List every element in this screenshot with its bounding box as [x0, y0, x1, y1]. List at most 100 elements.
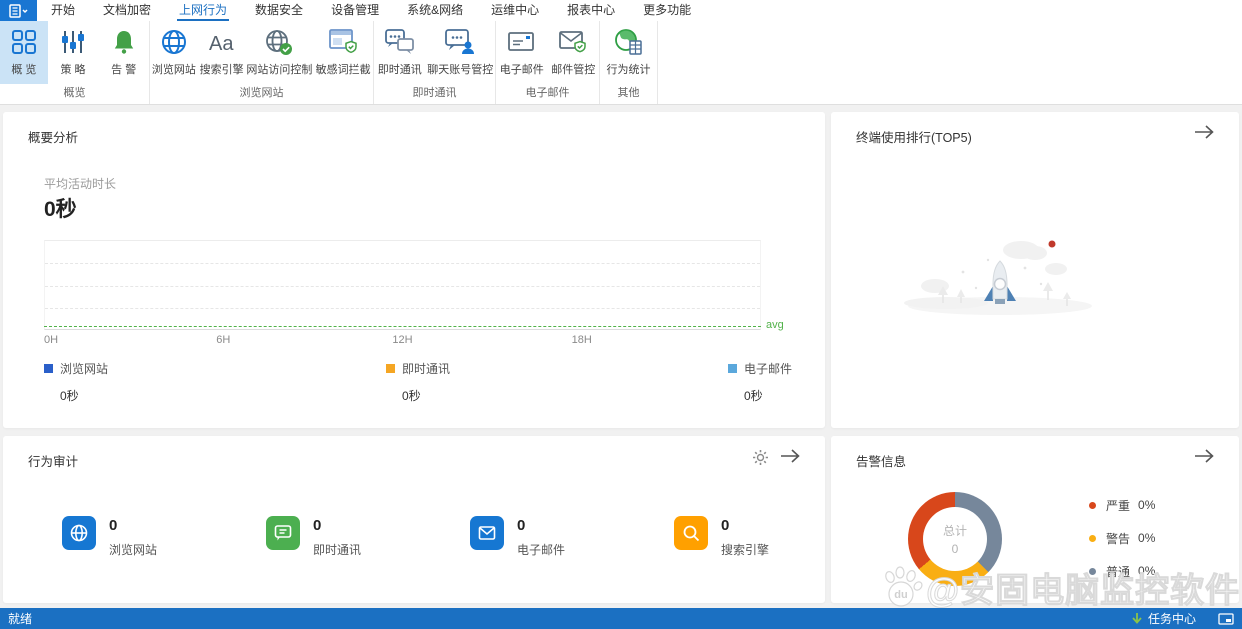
tab-report-center[interactable]: 报表中心	[553, 0, 629, 21]
ribbon-item-behavior-stats[interactable]: 行为统计	[600, 21, 657, 84]
globe-stats-icon	[614, 28, 644, 56]
avg-activity-value: 0秒	[44, 193, 77, 223]
legend-value: 0%	[1138, 531, 1155, 545]
legend-name: 电子邮件	[744, 360, 792, 377]
tab-device-management[interactable]: 设备管理	[317, 0, 393, 21]
legend-dot	[1089, 568, 1096, 575]
tab-start[interactable]: 开始	[37, 0, 89, 21]
ribbon-item-label: 邮件管控	[551, 61, 595, 77]
ribbon-item-label: 电子邮件	[500, 61, 544, 77]
tab-data-security[interactable]: 数据安全	[241, 0, 317, 21]
top5-panel: 终端使用排行(TOP5)	[831, 112, 1239, 428]
ribbon-item-chat-account-control[interactable]: 聊天账号管控	[426, 21, 495, 84]
summary-panel: 概要分析 平均活动时长 0秒 avg 0H 6H 12H 18H 浏览网站 0秒…	[3, 112, 825, 428]
aa-text-icon: Aa	[207, 29, 237, 55]
ribbon-group-browse: 浏览网站 Aa 搜索引擎 网站访问控制 敏感词拦截 浏览网站	[150, 21, 374, 104]
legend-swatch	[728, 364, 737, 373]
alerts-legend-normal: 普通 0%	[1089, 564, 1155, 578]
audit-card-im[interactable]: 0 即时通讯	[266, 516, 361, 558]
legend-name: 普通	[1106, 563, 1130, 580]
task-center-label: 任务中心	[1148, 610, 1196, 627]
legend-name: 警告	[1106, 530, 1130, 547]
summary-panel-title: 概要分析	[28, 127, 78, 146]
legend-item-im[interactable]: 即时通讯 0秒	[386, 360, 450, 404]
audit-card-value: 0	[109, 517, 157, 534]
ribbon-item-label: 搜索引擎	[200, 61, 244, 77]
tab-system-network[interactable]: 系统&网络	[393, 0, 477, 21]
ribbon-item-overview[interactable]: 概 览	[0, 21, 48, 84]
top5-more-arrow-icon[interactable]	[1193, 124, 1215, 143]
tab-ops-center[interactable]: 运维中心	[477, 0, 553, 21]
settings-gear-icon[interactable]	[752, 449, 769, 469]
legend-value: 0秒	[744, 387, 792, 404]
ribbon-item-label: 策 略	[60, 61, 85, 77]
legend-dot	[1089, 502, 1096, 509]
ribbon-item-email[interactable]: 电子邮件	[496, 21, 548, 84]
download-arrow-icon	[1131, 612, 1143, 625]
ribbon-group-overview: 概 览 策 略 告 警 概览	[0, 21, 150, 104]
ribbon-item-label: 概 览	[11, 61, 36, 77]
envelope-icon	[507, 29, 537, 55]
top5-panel-title: 终端使用排行(TOP5)	[856, 127, 972, 146]
ribbon-group-label: 其他	[600, 84, 657, 104]
ribbon-item-site-access-control[interactable]: 网站访问控制	[246, 21, 314, 84]
ribbon-item-email-control[interactable]: 邮件管控	[548, 21, 600, 84]
audit-card-value: 0	[721, 517, 769, 534]
legend-swatch	[44, 364, 53, 373]
alerts-legend: 严重 0% 警告 0% 普通 0%	[1089, 498, 1155, 597]
ribbon: 概 览 策 略 告 警 概览 浏览网站 Aa 搜索引擎	[0, 21, 1242, 105]
x-tick: 6H	[216, 334, 230, 346]
legend-item-email[interactable]: 电子邮件 0秒	[728, 360, 792, 404]
ribbon-item-alarm[interactable]: 告 警	[98, 21, 149, 84]
ribbon-item-label: 浏览网站	[152, 61, 196, 77]
ribbon-item-label: 即时通讯	[378, 61, 422, 77]
ribbon-item-policy[interactable]: 策 略	[48, 21, 99, 84]
ribbon-item-search-engine[interactable]: Aa 搜索引擎	[198, 21, 246, 84]
avg-activity-label: 平均活动时长	[44, 175, 116, 192]
alerts-legend-critical: 严重 0%	[1089, 498, 1155, 512]
ribbon-group-im: 即时通讯 聊天账号管控 即时通讯	[374, 21, 496, 104]
monitor-icon[interactable]	[1218, 613, 1234, 625]
audit-card-label: 电子邮件	[517, 541, 565, 558]
sliders-icon	[60, 29, 86, 55]
legend-name: 严重	[1106, 497, 1130, 514]
x-tick: 18H	[572, 334, 592, 346]
audit-card-value: 0	[517, 517, 565, 534]
legend-dot	[1089, 535, 1096, 542]
alerts-more-arrow-icon[interactable]	[1193, 448, 1215, 467]
tab-more-features[interactable]: 更多功能	[629, 0, 705, 21]
ribbon-group-other: 行为统计 其他	[600, 21, 658, 104]
audit-more-arrow-icon[interactable]	[779, 448, 801, 467]
legend-name: 即时通讯	[402, 360, 450, 377]
empty-state-rocket-illustration	[891, 232, 1121, 337]
donut-center-value: 0	[952, 542, 959, 556]
audit-card-email[interactable]: 0 电子邮件	[470, 516, 565, 558]
audit-card-browse[interactable]: 0 浏览网站	[62, 516, 157, 558]
legend-item-browse[interactable]: 浏览网站 0秒	[44, 360, 108, 404]
tab-internet-behavior[interactable]: 上网行为	[165, 0, 241, 21]
task-center-button[interactable]: 任务中心	[1131, 610, 1196, 627]
alerts-donut-center: 总计 0	[908, 492, 1002, 586]
globe-icon	[160, 28, 188, 56]
ribbon-group-label: 概览	[0, 84, 149, 104]
alerts-legend-warning: 警告 0%	[1089, 531, 1155, 545]
ribbon-group-label: 浏览网站	[150, 84, 373, 104]
avg-dashed-line	[44, 326, 761, 327]
ribbon-item-instant-messaging[interactable]: 即时通讯	[374, 21, 426, 84]
ribbon-group-email: 电子邮件 邮件管控 电子邮件	[496, 21, 600, 104]
chat-person-icon	[444, 28, 476, 56]
ribbon-item-label: 行为统计	[607, 61, 651, 77]
ribbon-item-label: 网站访问控制	[246, 61, 312, 77]
ribbon-item-browse-site[interactable]: 浏览网站	[150, 21, 198, 84]
ribbon-group-label: 即时通讯	[374, 84, 495, 104]
magnifier-icon	[674, 516, 708, 550]
alerts-panel: 告警信息 总计 0 严重 0% 警告 0% 普通 0%	[831, 436, 1239, 603]
ribbon-item-sensitive-word-block[interactable]: 敏感词拦截	[313, 21, 373, 84]
audit-card-label: 浏览网站	[109, 541, 157, 558]
audit-card-search[interactable]: 0 搜索引擎	[674, 516, 769, 558]
svg-text:Aa: Aa	[209, 33, 234, 55]
app-menu-button[interactable]	[0, 0, 37, 21]
x-tick: 0H	[44, 334, 58, 346]
tab-doc-encryption[interactable]: 文档加密	[89, 0, 165, 21]
chart-gridline	[45, 263, 760, 264]
